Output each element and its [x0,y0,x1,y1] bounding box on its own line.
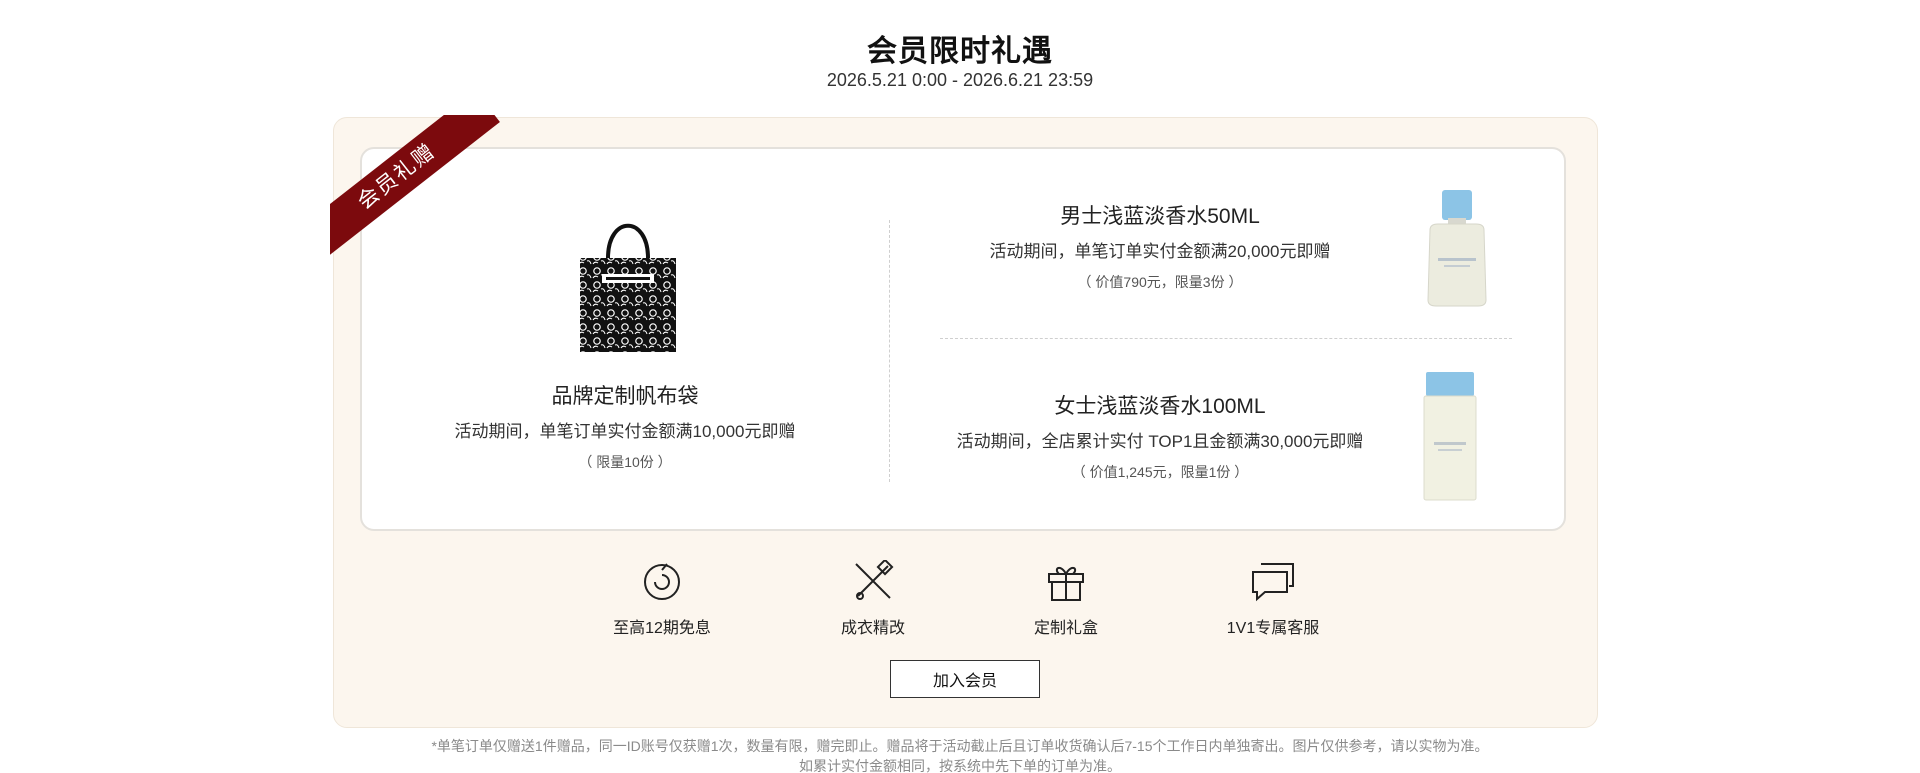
perfume-bottle-men-icon [1427,190,1487,307]
gift-name-women-perfume: 女士浅蓝淡香水100ML [1054,395,1266,418]
perk-tailoring: 成衣精改 [783,560,963,638]
footnote-line-1: *单笔订单仅赠送1件赠品，同一ID账号仅获赠1次，数量有限，赠完即止。赠品将于活… [431,738,1489,754]
gift-desc-men-perfume: 活动期间，单笔订单实付金额满20,000元即赠 [989,242,1331,261]
perk-label-tailoring: 成衣精改 [840,620,905,637]
gift-desc-women-perfume: 活动期间，全店累计实付 TOP1且金额满30,000元即赠 [956,432,1364,451]
horizontal-divider [940,338,1512,339]
perk-label-gift-box: 定制礼盒 [1033,620,1098,637]
page-title: 会员限时礼遇 [867,35,1053,68]
footnote-line-2: 如累计实付金额相同，按系统中先下单的订单为准。 [799,758,1121,773]
gift-note-women-perfume: （ 价值1,245元，限量1份 ） [1071,464,1249,480]
perk-label-installment: 至高12期免息 [613,620,711,637]
gift-note-men-perfume: （ 价值790元，限量3份 ） [1077,274,1243,290]
perk-chat: 1V1专属客服 [1183,560,1363,638]
perfume-bottle-women-icon [1423,372,1477,501]
tote-bag-icon [580,223,676,352]
event-period: 2026.5.21 0:00 - 2026.6.21 23:59 [826,70,1094,90]
join-member-button[interactable]: 加入会员 [890,660,1040,698]
perk-gift-box: 定制礼盒 [976,560,1156,638]
chat-icon [1252,563,1294,602]
gift-note-tote: （ 限量10份 ） [578,454,672,470]
perk-label-chat: 1V1专属客服 [1226,620,1320,637]
perk-installment: 至高12期免息 [572,560,752,638]
gift-desc-tote: 活动期间，单笔订单实付金额满10,000元即赠 [454,422,796,441]
tailoring-icon [855,560,894,600]
installment-icon [644,563,680,600]
gift-name-men-perfume: 男士浅蓝淡香水50ML [1060,205,1260,228]
gift-box-icon [1048,567,1084,601]
gift-name-tote: 品牌定制帆布袋 [551,385,699,408]
vertical-divider [889,220,890,482]
